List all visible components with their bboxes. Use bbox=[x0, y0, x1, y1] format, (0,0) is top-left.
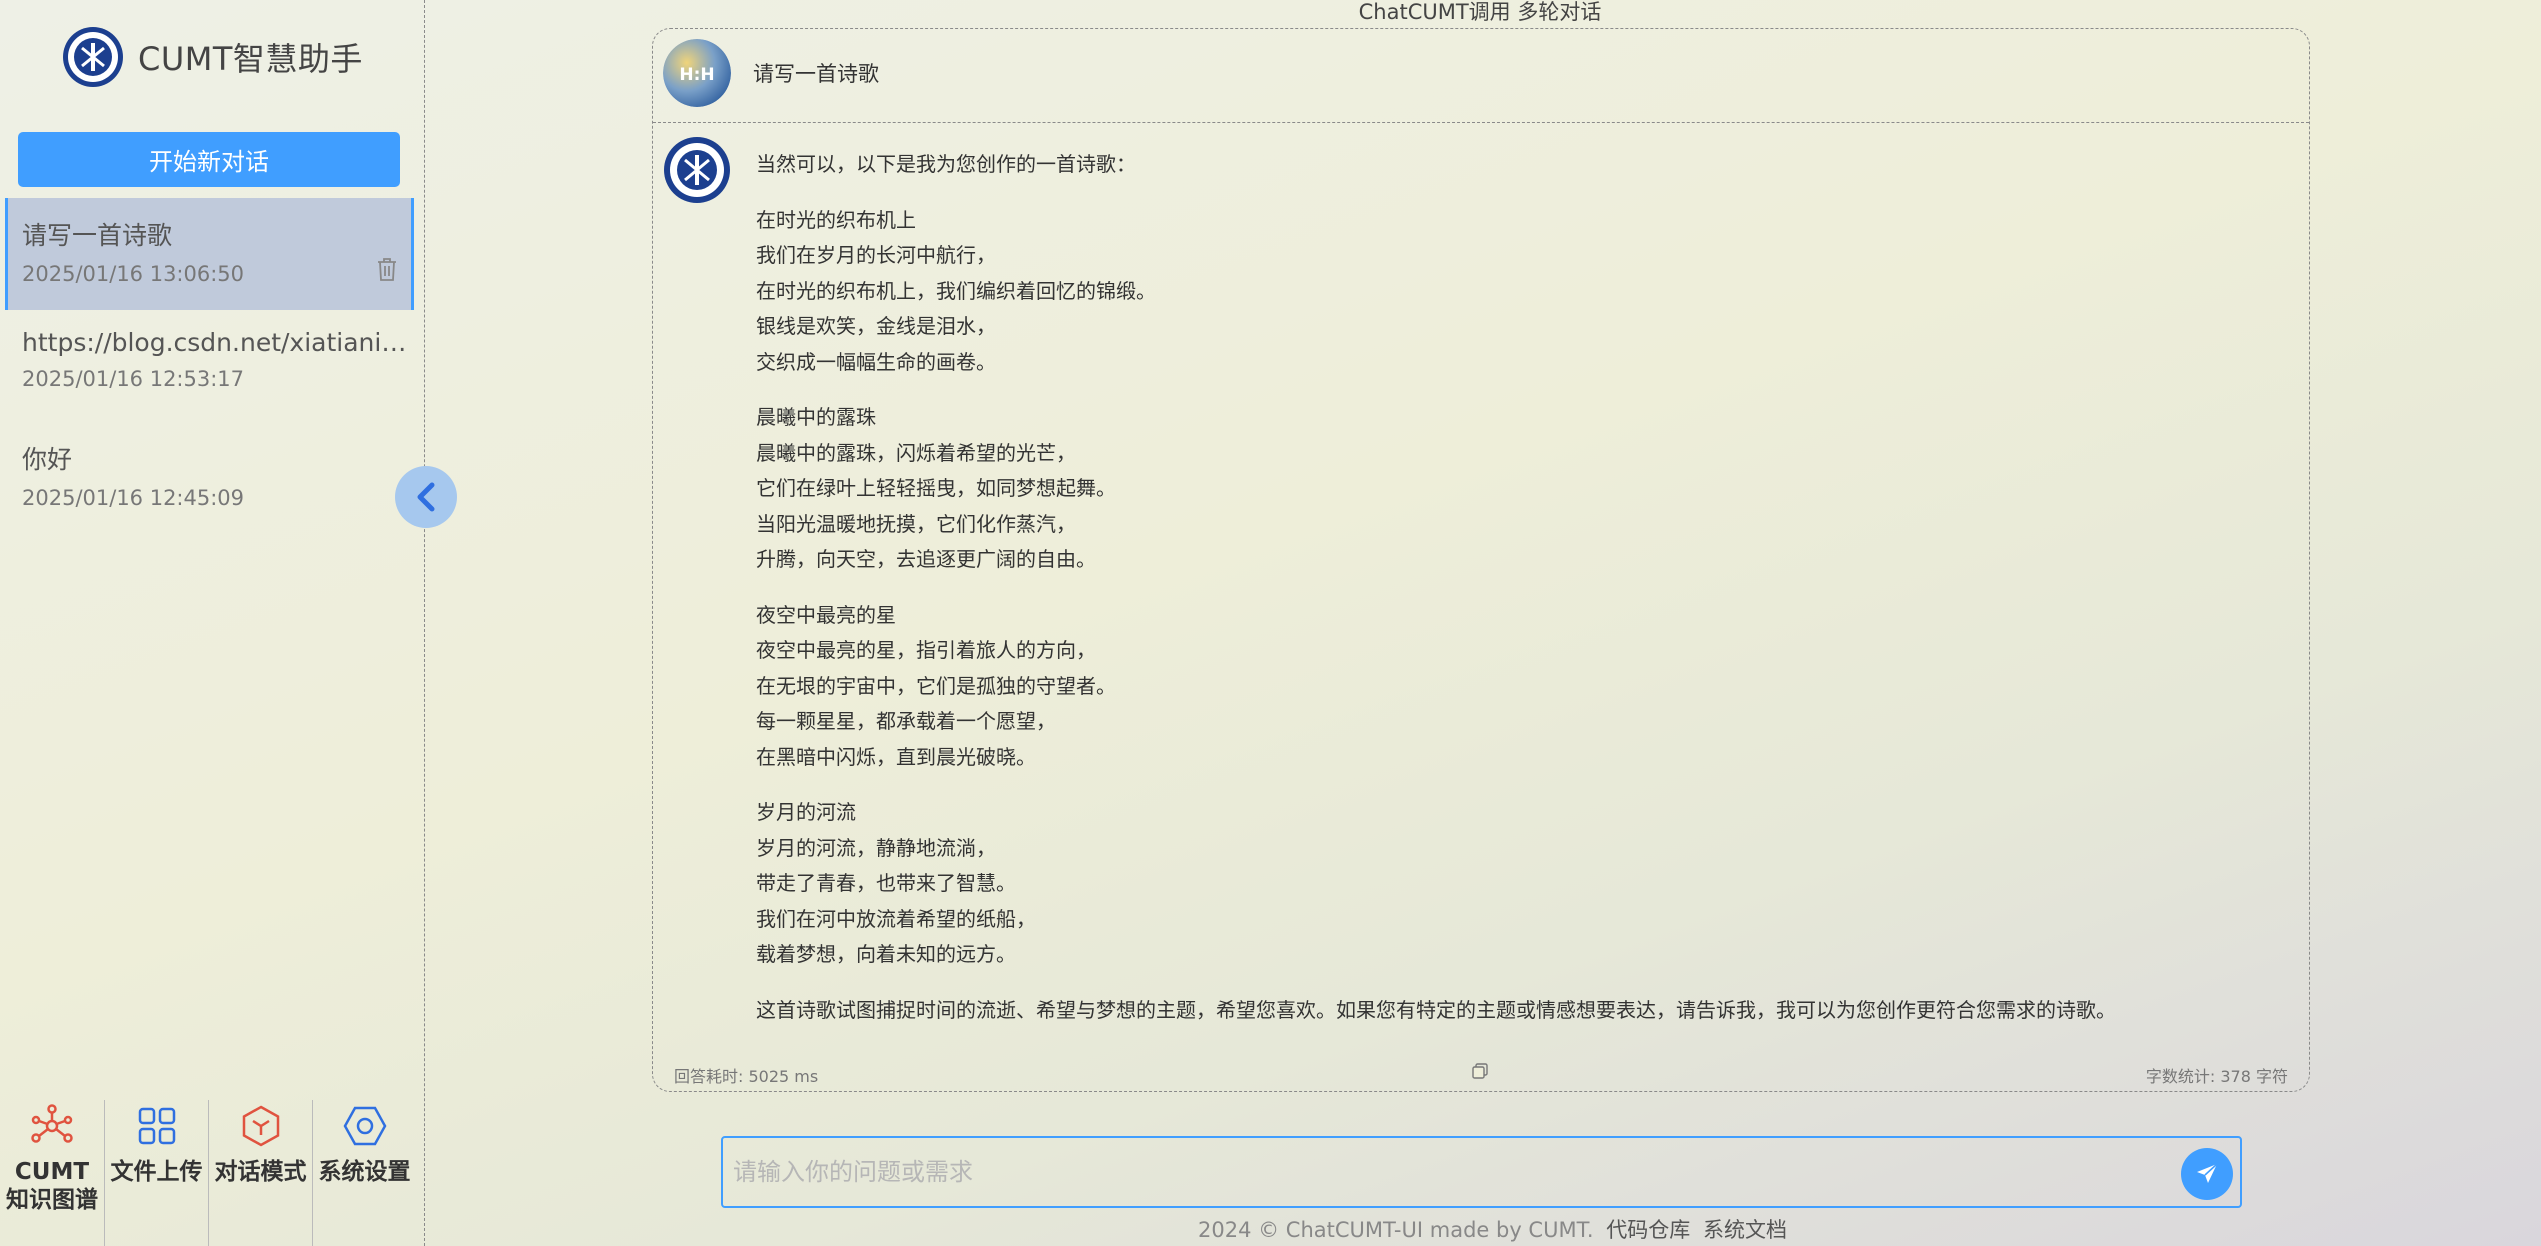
poem-line: 在时光的织布机上，我们编织着回忆的锦缎。 bbox=[756, 278, 1156, 303]
file-upload-label: 文件上传 bbox=[110, 1159, 203, 1185]
poem-stanza: 夜空中最亮的星 夜空中最亮的星，指引着旅人的方向， 在无垠的宇宙中，它们是孤独的… bbox=[756, 598, 2276, 776]
sidebar: CUMT智慧助手 开始新对话 请写一首诗歌 2025/01/16 13:06:5… bbox=[0, 0, 425, 1246]
poem-line: 升腾，向天空，去追逐更广阔的自由。 bbox=[756, 547, 1096, 571]
dialogue-mode-label: 对话模式 bbox=[214, 1159, 307, 1185]
poem-line: 晨曦中的露珠 bbox=[756, 405, 876, 429]
chevron-left-icon bbox=[417, 482, 435, 512]
response-time: 回答耗时: 5025 ms bbox=[674, 1067, 819, 1086]
collapse-sidebar-button[interactable] bbox=[395, 466, 457, 528]
user-question: H:H 请写一首诗歌 bbox=[663, 39, 879, 107]
poem-line: 在无垠的宇宙中，它们是孤独的守望者。 bbox=[756, 673, 1116, 698]
app-name: CUMT智慧助手 bbox=[138, 40, 363, 78]
poem-stanza: 在时光的织布机上 我们在岁月的长河中航行， 在时光的织布机上，我们编织着回忆的锦… bbox=[756, 203, 2276, 381]
poem-line: 载着梦想，向着未知的远方。 bbox=[756, 942, 1016, 966]
cube-icon bbox=[235, 1100, 287, 1152]
conversation-time: 2025/01/16 12:53:17 bbox=[22, 367, 245, 391]
poem-line: 夜空中最亮的星 bbox=[756, 602, 896, 627]
answer-outro: 这首诗歌试图捕捉时间的流逝、希望与梦想的主题，希望您喜欢。如果您有特定的主题或情… bbox=[756, 997, 2116, 1022]
file-upload-button[interactable]: 文件上传 bbox=[104, 1100, 208, 1246]
question-text: 请写一首诗歌 bbox=[753, 62, 879, 86]
conversation-list: 请写一首诗歌 2025/01/16 13:06:50 https://blog.… bbox=[0, 198, 414, 534]
poem-line: 带走了青春，也带来了智慧。 bbox=[756, 871, 1016, 895]
copy-icon[interactable] bbox=[1471, 1062, 1489, 1080]
knowledge-graph-button[interactable]: CUMT 知识图谱 bbox=[0, 1100, 104, 1246]
send-icon bbox=[2197, 1163, 2218, 1183]
poem-line: 我们在河中放流着希望的纸船， bbox=[756, 906, 1036, 931]
trash-icon[interactable] bbox=[375, 256, 399, 282]
grid-icon bbox=[131, 1100, 183, 1152]
conversation-title: 请写一首诗歌 bbox=[22, 221, 173, 250]
docs-link[interactable]: 系统文档 bbox=[1703, 1218, 1787, 1242]
poem-line: 银线是欢笑，金线是泪水， bbox=[756, 314, 996, 338]
poem-line: 当阳光温暖地抚摸，它们化作蒸汽， bbox=[756, 511, 1076, 536]
conversation-time: 2025/01/16 13:06:50 bbox=[22, 262, 245, 286]
repo-link[interactable]: 代码仓库 bbox=[1606, 1218, 1690, 1242]
poem-line: 它们在绿叶上轻轻摇曳，如同梦想起舞。 bbox=[756, 476, 1116, 500]
user-avatar: H:H bbox=[663, 39, 731, 107]
poem-stanza: 晨曦中的露珠 晨曦中的露珠，闪烁着希望的光芒， 它们在绿叶上轻轻摇曳，如同梦想起… bbox=[756, 400, 2276, 578]
copyright-text: 2024 © ChatCUMT-UI made by CUMT. bbox=[1198, 1218, 1594, 1242]
knowledge-graph-label: CUMT 知识图谱 bbox=[6, 1159, 98, 1213]
poem-stanza: 岁月的河流 岁月的河流，静静地流淌， 带走了青春，也带来了智慧。 我们在河中放流… bbox=[756, 795, 2276, 973]
sidebar-toolbar: CUMT 知识图谱 文件上传 对话模式 系统设置 bbox=[0, 1100, 425, 1246]
char-count: 字数统计: 378 字符 bbox=[2145, 1067, 2288, 1086]
poem-line: 岁月的河流 bbox=[756, 800, 856, 824]
poem-line: 每一颗星星，都承载着一个愿望， bbox=[756, 709, 1056, 733]
poem-line: 在黑暗中闪烁，直到晨光破晓。 bbox=[756, 744, 1036, 769]
poem-line: 我们在岁月的长河中航行， bbox=[756, 243, 996, 267]
conversation-time: 2025/01/16 12:45:09 bbox=[22, 486, 245, 510]
conversation-title: 你好 bbox=[22, 445, 73, 474]
poem-line: 交织成一幅幅生命的画卷。 bbox=[756, 349, 996, 374]
assistant-answer: 当然可以，以下是我为您创作的一首诗歌： 在时光的织布机上 我们在岁月的长河中航行… bbox=[756, 147, 2276, 1048]
poem-line: 岁月的河流，静静地流淌， bbox=[756, 835, 996, 860]
page-title: ChatCUMT调用 多轮对话 bbox=[1358, 0, 1602, 24]
new-chat-button[interactable]: 开始新对话 bbox=[18, 132, 400, 187]
answer-intro: 当然可以，以下是我为您创作的一首诗歌： bbox=[756, 152, 1136, 176]
settings-hexagon-icon bbox=[339, 1100, 391, 1152]
dialogue-mode-button[interactable]: 对话模式 bbox=[208, 1100, 312, 1246]
svg-text:H:H: H:H bbox=[679, 65, 714, 85]
knowledge-graph-icon bbox=[26, 1100, 78, 1152]
poem-line: 晨曦中的露珠，闪烁着希望的光芒， bbox=[756, 440, 1076, 465]
poem-line: 在时光的织布机上 bbox=[756, 207, 916, 232]
system-settings-label: 系统设置 bbox=[318, 1159, 411, 1185]
conversation-item[interactable]: 你好 2025/01/16 12:45:09 bbox=[0, 422, 414, 534]
send-button[interactable] bbox=[2181, 1148, 2233, 1200]
assistant-avatar bbox=[664, 137, 730, 203]
conversation-item[interactable]: 请写一首诗歌 2025/01/16 13:06:50 bbox=[5, 198, 414, 310]
question-input-box bbox=[721, 1136, 2242, 1208]
chat-message-card: H:H 请写一首诗歌 当然可以，以下是我为您创作的一首诗歌： 在时光的织布机上 … bbox=[652, 28, 2310, 1092]
poem-line: 夜空中最亮的星，指引着旅人的方向， bbox=[756, 638, 1096, 662]
conversation-title: https://blog.csdn.net/xiatianit/article/… bbox=[22, 328, 407, 357]
footer: 2024 © ChatCUMT-UI made by CUMT. 代码仓库 系统… bbox=[1198, 1214, 1787, 1244]
system-settings-button[interactable]: 系统设置 bbox=[312, 1100, 416, 1246]
conversation-item[interactable]: https://blog.csdn.net/xiatianit/article/… bbox=[0, 310, 414, 422]
cumt-logo bbox=[63, 27, 123, 87]
brand: CUMT智慧助手 bbox=[62, 26, 363, 88]
question-input[interactable] bbox=[733, 1138, 2153, 1206]
divider bbox=[653, 122, 2309, 123]
